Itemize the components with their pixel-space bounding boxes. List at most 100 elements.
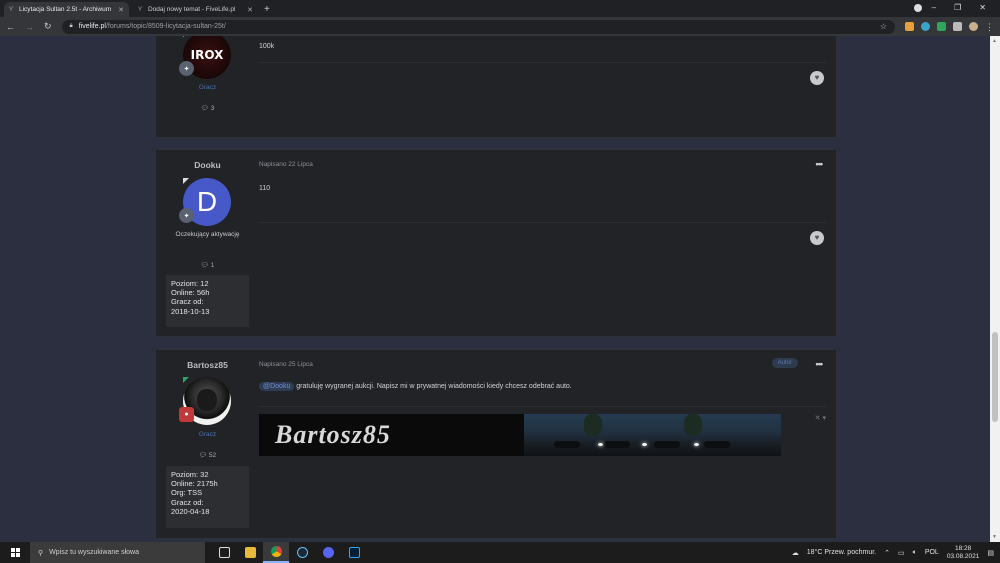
stat-joined-date: 2018-10-13 [171,306,210,316]
car-shape [704,441,730,448]
chrome-icon[interactable] [263,542,289,563]
puzzle-icon[interactable] [953,22,962,31]
headlight-shape [598,443,603,446]
taskbar-search[interactable]: ⚲ Wpisz tu wyszukiwane słowa [30,542,205,563]
user-group[interactable]: Oczekujący aktywację [156,231,259,238]
extensions-area: ⋮ [905,22,994,32]
extension-icon[interactable] [937,22,946,31]
comment-icon: 💬︎ [200,262,209,269]
language-indicator[interactable]: POL [925,549,939,556]
new-tab-button[interactable]: + [264,4,270,15]
browser-tab-bar: Ƴ Licytacja Sultan 2.5t - Archiwum ✕ Ƴ D… [0,0,1000,17]
tree-shape [584,414,602,436]
comment-icon: 💬︎ [198,452,208,459]
divider [259,406,826,407]
scroll-down-icon[interactable]: ▼ [992,534,997,540]
rank-badge-icon: ● [179,407,194,422]
user-mention-link[interactable]: @Dooku [259,382,295,391]
chrome-profile-icon[interactable] [914,4,922,12]
author-badge: Autor [771,358,798,368]
post-count[interactable]: 💬︎ 3 [156,104,259,112]
lock-icon: 🔒︎ [69,23,73,29]
reaction-heart-icon[interactable]: ♥ [810,71,824,85]
avatar-logo-text: IROX [190,48,224,62]
stat-org: Org: TSS [171,488,203,498]
post-options-button[interactable]: ••• [816,359,824,369]
stat-level: Poziom: 12 [171,279,209,288]
post-count[interactable]: 💬︎ 1 [156,261,259,269]
author-name[interactable]: Bartosz85 [156,360,259,370]
tab-licytacja[interactable]: Ƴ Licytacja Sultan 2.5t - Archiwum ✕ [4,2,129,17]
hide-signature-icon[interactable]: ✕ ▾ [815,414,826,422]
close-tab-icon[interactable]: ✕ [118,6,124,14]
close-window-button[interactable]: ✕ [979,3,986,12]
stat-joined-label: Gracz od: [171,297,204,307]
window-controls: – ❐ ✕ [932,0,1000,15]
notifications-icon[interactable]: ▤ [987,549,994,557]
menu-icon[interactable]: ⋮ [985,22,994,32]
file-explorer-icon[interactable] [237,542,263,563]
post-date[interactable]: Napisano 22 Lipca [259,161,313,168]
reload-icon[interactable]: ↻ [44,21,52,32]
post-text: 100k [259,43,275,50]
windows-taskbar: ⚲ Wpisz tu wyszukiwane słowa ☁ 18°C Prze… [0,542,1000,563]
scroll-up-icon[interactable]: ▲ [992,38,997,44]
weather-text[interactable]: 18°C Przew. pochmur. [807,549,876,556]
volume-icon[interactable]: 🔈︎ [913,549,917,557]
weather-icon: ☁ [791,549,799,557]
forum-post: Bartosz85 ● Gracz 💬︎ 52 Poziom: 32 Onlin… [155,349,837,539]
close-tab-icon[interactable]: ✕ [247,6,253,14]
post-options-button[interactable]: ••• [816,159,824,169]
post-body: 100k ♥ [259,36,836,137]
tab-dodaj-temat[interactable]: Ƴ Dodaj nowy temat - FiveLife.pl ✕ [133,2,258,17]
author-name[interactable]: Dooku [156,160,259,170]
discord-icon[interactable] [315,542,341,563]
user-group[interactable]: Gracz [156,431,259,438]
page-scrollbar[interactable]: ▲ ▼ [990,36,1000,542]
post-text: 110 [259,185,271,192]
address-bar[interactable]: 🔒︎ fivelife.pl/forums/topic/8509-licytac… [61,19,895,34]
forward-icon[interactable]: → [25,22,34,32]
back-icon[interactable]: ← [6,22,15,32]
divider [259,222,826,223]
minimize-button[interactable]: – [932,3,936,12]
post-date[interactable]: Napisano 25 Lipca [259,361,313,368]
user-stats: Poziom: 12 Online: 56h Gracz od: 2018-10… [166,275,249,327]
signature-banner: Bartosz85 [259,414,781,456]
avatar-skull-icon [197,389,217,411]
user-group[interactable]: Gracz [156,84,259,91]
forum-post: IROX ✦ Gracz 💬︎ 3 100k ♥ [155,36,837,138]
extension-icon[interactable] [921,22,930,31]
avatar-icon[interactable] [969,22,978,31]
maximize-button[interactable]: ❐ [954,3,961,12]
start-button[interactable] [0,542,30,563]
post-body: Napisano 25 Lipca Autor ••• @Dooku gratu… [259,350,836,538]
steam-icon[interactable] [289,542,315,563]
tab-title: Dodaj nowy temat - FiveLife.pl [148,6,236,13]
reaction-heart-icon[interactable]: ♥ [810,231,824,245]
rank-badge-icon: ✦ [179,208,194,223]
bookmark-star-icon[interactable]: ☆ [880,22,887,31]
divider [259,62,826,63]
scrollbar-thumb[interactable] [992,332,998,422]
post-text-content: gratuluję wygranej aukcji. Napisz mi w p… [294,383,572,390]
task-view-icon[interactable] [211,542,237,563]
extension-icon[interactable] [905,22,914,31]
forum-favicon-icon: Ƴ [9,6,14,13]
browser-toolbar: ← → ↻ 🔒︎ fivelife.pl/forums/topic/8509-l… [0,17,1000,36]
search-icon: ⚲ [38,549,44,557]
stat-joined-label: Gracz od: [171,497,204,507]
search-placeholder: Wpisz tu wyszukiwane słowa [49,549,140,556]
user-stats: Poziom: 32 Online: 2175h Org: TSS Gracz … [166,466,249,528]
clock[interactable]: 18:28 03.08.2021 [947,545,980,561]
online-flag-icon [183,178,189,184]
stat-joined-date: 2020-04-18 [171,506,210,516]
clock-time: 18:28 [954,544,972,552]
forum-page: IROX ✦ Gracz 💬︎ 3 100k ♥ Dooku D ✦ Oczek… [0,36,990,542]
network-icon[interactable]: ▭ [898,549,905,557]
post-author-panel: IROX ✦ Gracz 💬︎ 3 [156,36,259,139]
headlight-shape [642,443,647,446]
post-count[interactable]: 💬︎ 52 [156,451,259,459]
chevron-up-icon[interactable]: ⌃ [884,549,890,557]
photoshop-icon[interactable] [341,542,367,563]
